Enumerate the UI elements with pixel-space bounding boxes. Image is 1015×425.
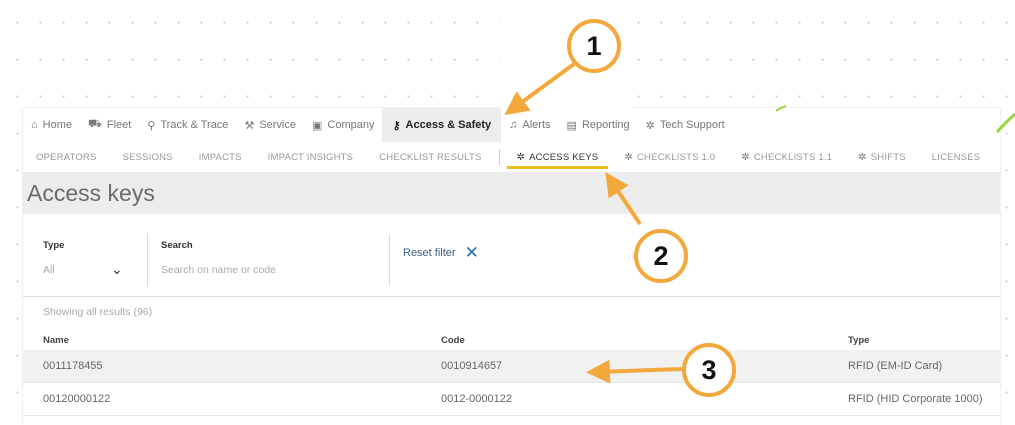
callout-badge: 3 (682, 343, 736, 397)
arrow-3 (586, 359, 683, 384)
annotation-arrows (504, 62, 1015, 384)
green-highlight-mark (775, 105, 787, 112)
arrow-1 (504, 62, 576, 116)
green-highlight-mark (995, 112, 1015, 134)
callout-badge: 1 (567, 19, 621, 73)
arrow-2 (605, 172, 642, 226)
callout-badge: 2 (634, 229, 688, 283)
